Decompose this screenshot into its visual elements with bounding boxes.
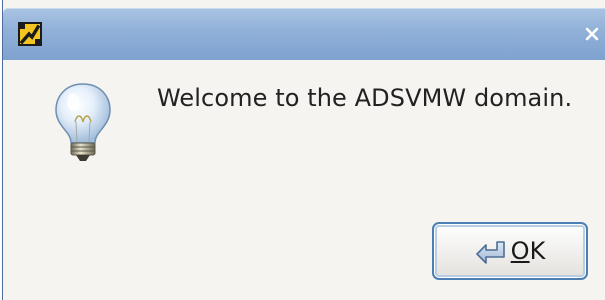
welcome-message: Welcome to the ADSVMW domain. — [157, 84, 573, 112]
dialog-body: Welcome to the ADSVMW domain. OK — [3, 60, 605, 300]
ok-label-rest: K — [529, 237, 546, 265]
close-icon[interactable] — [582, 24, 602, 44]
app-logo-icon[interactable] — [17, 21, 43, 47]
return-arrow-icon — [475, 241, 505, 264]
ok-button[interactable]: OK — [432, 222, 588, 280]
ok-button-label: OK — [511, 237, 546, 265]
ok-mnemonic: O — [510, 237, 530, 265]
dialog-window: Welcome to the ADSVMW domain. OK — [2, 0, 605, 300]
lightbulb-icon — [55, 83, 111, 161]
title-bar[interactable] — [3, 8, 605, 60]
